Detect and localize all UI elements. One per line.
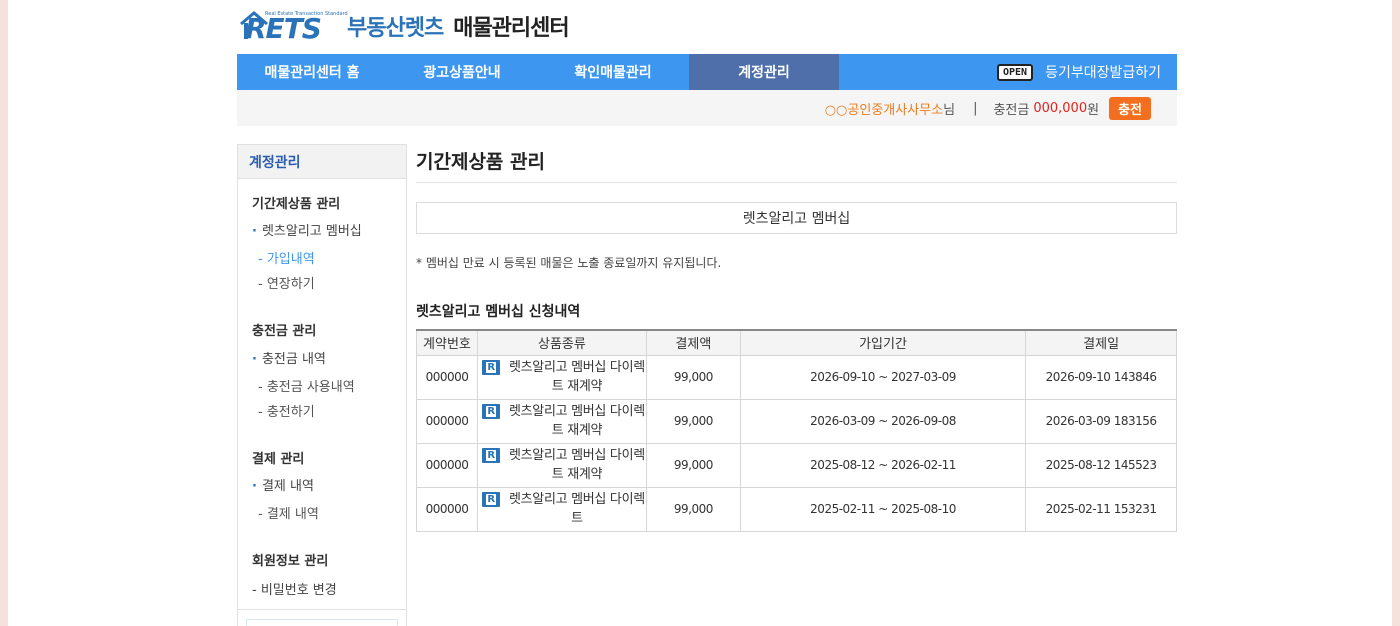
logo-brand: RETS [245,12,322,45]
sidebar-banner-box [246,619,398,626]
col-contract-no: 계약번호 [416,329,478,356]
nav-item-verified-listings[interactable]: 확인매물관리 [537,54,689,90]
office-name: ○○공인중개사사무소 [824,102,944,118]
product-name: 렛츠알리고 멤버십 다이렉트 재계약 [508,404,645,438]
period: 2026-09-10 ~ 2027-03-09 [739,354,1027,400]
amount: 99,000 [645,442,741,488]
page: Real Estate Transaction Standard RETS 부동… [8,0,1392,626]
sidebar-group-charge[interactable]: 충전금 관리 [252,320,316,339]
sidebar-item-change-password[interactable]: - 비밀번호 변경 [252,579,337,598]
table-row: 000000 R 렛츠알리고 멤버십 다이렉트 재계약 99,000 2025-0… [416,442,1177,488]
period: 2025-02-11 ~ 2025-08-10 [739,486,1027,532]
bullet-icon: · [252,224,257,239]
section-heading: 렛츠알리고 멤버십 신청내역 [416,304,581,320]
product-name: 렛츠알리고 멤버십 다이렉트 재계약 [508,360,645,394]
contract-no: 000000 [416,354,478,400]
bullet-icon: · [252,479,257,494]
sidebar-divider [238,609,406,610]
membership-history-table: 계약번호 상품종류 결제액 가입기간 결제일 000000 R 렛츠알리고 멤버십… [416,329,1177,532]
layout-wrap: Real Estate Transaction Standard RETS 부동… [237,0,1177,626]
sidebar-item-label: 렛츠알리고 멤버십 [261,224,362,239]
sidebar-item-membership[interactable]: · 렛츠알리고 멤버십 [252,220,362,239]
sidebar-item-label: 충전금 내역 [261,352,326,367]
membership-note: * 멤버십 만료 시 등록된 매물은 노출 종료일까지 유지됩니다. [416,256,722,270]
paid-date: 2026-03-09 183156 [1025,398,1177,444]
office-suffix: 님 [943,102,956,118]
sidebar-item-payment-history[interactable]: · 결제 내역 [252,475,314,494]
amount: 99,000 [645,354,741,400]
contract-no: 000000 [416,442,478,488]
rets-r-icon: R [481,360,500,375]
table-row: 000000 R 렛츠알리고 멤버십 다이렉트 재계약 99,000 2026-0… [416,354,1177,400]
product-cell: R 렛츠알리고 멤버십 다이렉트 [476,486,647,532]
open-badge: OPEN [996,63,1034,81]
amount: 99,000 [645,398,741,444]
sidebar-item-charge-now[interactable]: - 충전하기 [258,401,315,420]
rets-r-icon: R [481,492,500,507]
paid-date: 2025-08-12 145523 [1025,442,1177,488]
sidebar: 계정관리 기간제상품 관리 · 렛츠알리고 멤버십 - 가입내역 - 연장하기 충… [237,144,407,626]
charge-button[interactable]: 충전 [1109,96,1151,120]
logo-name: 부동산렛츠 [347,16,444,41]
product-cell: R 렛츠알리고 멤버십 다이렉트 재계약 [476,354,647,400]
period: 2025-08-12 ~ 2026-02-11 [739,442,1027,488]
table-row: 000000 R 렛츠알리고 멤버십 다이렉트 99,000 2025-02-11… [416,486,1177,532]
global-nav: 매물관리센터 홈 광고상품안내 확인매물관리 계정관리 OPEN 등기부대장발급… [237,54,1177,90]
contract-no: 000000 [416,398,478,444]
col-period: 가입기간 [739,329,1027,356]
site-logo[interactable]: Real Estate Transaction Standard RETS 부동… [237,8,570,45]
rets-r-icon: R [481,404,500,419]
sidebar-item-payment-list[interactable]: - 결제 내역 [258,503,319,522]
paid-date: 2025-02-11 153231 [1025,486,1177,532]
charge-unit: 원 [1087,102,1100,118]
page-title: 기간제상품 관리 [416,144,1177,183]
col-amount: 결제액 [645,329,741,356]
nav-item-ad-products[interactable]: 광고상품안내 [387,54,537,90]
registry-issue-label: 등기부대장발급하기 [1045,65,1161,81]
sidebar-group-payment[interactable]: 결제 관리 [252,448,304,467]
product-name: 렛츠알리고 멤버십 다이렉트 재계약 [508,448,645,482]
col-product: 상품종류 [476,329,647,356]
registry-issue-link[interactable]: OPEN 등기부대장발급하기 [996,54,1161,90]
rets-logo-mark: Real Estate Transaction Standard RETS [237,8,348,45]
tab-membership[interactable]: 렛츠알리고 멤버십 [416,202,1177,234]
bullet-icon: · [252,352,257,367]
product-cell: R 렛츠알리고 멤버십 다이렉트 재계약 [476,398,647,444]
nav-item-home[interactable]: 매물관리센터 홈 [237,54,387,90]
nav-item-account[interactable]: 계정관리 [689,54,839,90]
sidebar-item-charge-usage[interactable]: - 충전금 사용내역 [258,376,355,395]
sidebar-group-member-info[interactable]: 회원정보 관리 [252,550,328,569]
separator: | [973,100,978,116]
contract-no: 000000 [416,486,478,532]
charge-label: 충전금 [993,102,1030,118]
col-paid-date: 결제일 [1025,329,1177,356]
charge-amount: 000,000 [1033,100,1088,116]
period: 2026-03-09 ~ 2026-09-08 [739,398,1027,444]
product-cell: R 렛츠알리고 멤버십 다이렉트 재계약 [476,442,647,488]
sidebar-item-extend[interactable]: - 연장하기 [258,273,315,292]
sidebar-item-join-history[interactable]: - 가입내역 [258,248,315,267]
table-row: 000000 R 렛츠알리고 멤버십 다이렉트 재계약 99,000 2026-0… [416,398,1177,444]
logo-subtitle: 매물관리센터 [453,16,569,41]
sidebar-group-period-products[interactable]: 기간제상품 관리 [252,193,340,212]
paid-date: 2026-09-10 143846 [1025,354,1177,400]
amount: 99,000 [645,486,741,532]
table-header-row: 계약번호 상품종류 결제액 가입기간 결제일 [416,329,1177,356]
sidebar-item-label: 결제 내역 [261,479,314,494]
sidebar-title: 계정관리 [238,145,406,179]
sidebar-item-charge-history[interactable]: · 충전금 내역 [252,348,326,367]
main-content: 기간제상품 관리 렛츠알리고 멤버십 * 멤버십 만료 시 등록된 매물은 노출… [416,144,1177,532]
user-info-bar: ○○공인중개사사무소 님 | 충전금 000,000 원 충전 [237,90,1177,126]
product-name: 렛츠알리고 멤버십 다이렉트 [508,492,645,526]
rets-r-icon: R [481,448,500,463]
